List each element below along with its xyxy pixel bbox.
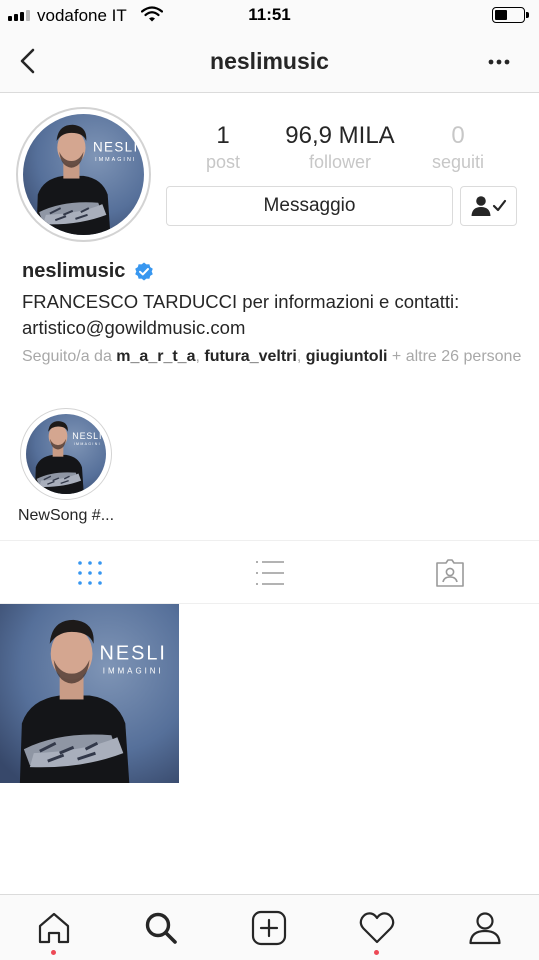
following-status-button[interactable] — [460, 186, 517, 226]
profile-icon — [468, 912, 501, 945]
nav-add-post[interactable] — [215, 895, 322, 960]
followed-by-text[interactable]: Seguito/a da m_a_r_t_a, futura_veltri, g… — [22, 346, 522, 367]
add-post-icon — [251, 910, 286, 946]
person-check-icon — [471, 196, 506, 216]
tab-tagged[interactable] — [360, 541, 539, 604]
highlight-image: NESLI IMMAGINI — [26, 414, 106, 494]
nav-search[interactable] — [107, 895, 214, 960]
profile-tab-bar — [0, 540, 539, 604]
stat-label: post — [205, 152, 241, 172]
message-button[interactable]: Messaggio — [166, 186, 453, 226]
home-icon — [38, 912, 69, 944]
artwork-subtitle: IMMAGINI — [103, 667, 164, 676]
profile-avatar[interactable]: NESLI IMMAGINI — [16, 107, 151, 242]
avatar-image: NESLI IMMAGINI — [23, 114, 144, 235]
bottom-navigation — [0, 894, 539, 960]
battery-icon — [492, 7, 529, 23]
artwork-subtitle: IMMAGINI — [95, 157, 136, 163]
story-highlight[interactable]: NESLI IMMAGINI — [20, 408, 112, 500]
home-notification-dot — [51, 950, 56, 955]
search-icon — [145, 912, 177, 944]
list-icon — [255, 560, 284, 585]
grid-post-thumbnail[interactable]: NESLI IMMAGINI — [0, 604, 179, 783]
clock: 11:51 — [248, 5, 291, 24]
nav-profile[interactable] — [431, 895, 538, 960]
stat-following[interactable]: 0 seguiti — [393, 122, 523, 174]
tagged-icon — [435, 558, 464, 587]
stat-followers[interactable]: 96,9 MILA follower — [275, 122, 405, 174]
stat-value: 1 — [216, 122, 230, 149]
page-title: neslimusic — [210, 48, 329, 74]
stat-value: 0 — [451, 122, 465, 149]
verified-badge-icon — [134, 262, 154, 282]
activity-notification-dot — [374, 950, 379, 955]
heart-icon — [359, 912, 394, 944]
bio-text: FRANCESCO TARDUCCI per informazioni e co… — [22, 291, 460, 312]
artwork-subtitle: IMMAGINI — [74, 442, 101, 446]
tab-grid[interactable] — [0, 541, 179, 604]
stat-label: seguiti — [431, 152, 485, 172]
followed-by-prefix: Seguito/a da — [22, 348, 117, 365]
stat-label: follower — [308, 152, 372, 172]
follower-username[interactable]: futura_veltri — [204, 348, 296, 365]
tab-list[interactable] — [180, 541, 359, 604]
stat-value: 96,9 MILA — [285, 122, 395, 149]
artwork-title: NESLI — [93, 140, 139, 155]
follower-username[interactable]: giugiuntoli — [306, 348, 388, 365]
profile-username: neslimusic — [22, 260, 126, 282]
stat-posts[interactable]: 1 post — [158, 122, 288, 174]
status-bar: vodafone IT 11:51 — [0, 0, 539, 30]
more-options-icon[interactable] — [484, 52, 514, 72]
followed-by-suffix: + altre 26 persone — [387, 348, 522, 365]
artwork-title: NESLI — [100, 643, 167, 665]
follower-username[interactable]: m_a_r_t_a — [116, 348, 195, 365]
navigation-bar: neslimusic — [0, 30, 539, 93]
grid-icon — [77, 560, 102, 585]
highlight-label[interactable]: NewSong #... — [0, 507, 132, 525]
artwork-title: NESLI — [72, 431, 102, 441]
battery-level — [495, 10, 507, 20]
bio-email-link[interactable]: artistico@gowildmusic.com — [22, 317, 245, 339]
